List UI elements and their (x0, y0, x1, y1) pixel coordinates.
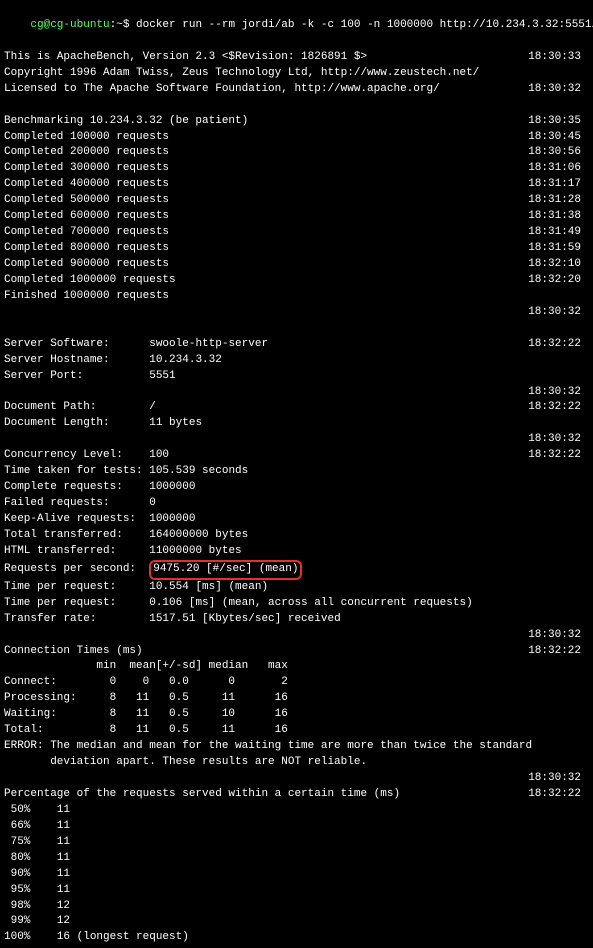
pct-row: 100% 16 (longest request) (4, 930, 589, 946)
timestamp: 18:30:32 (528, 82, 589, 98)
failed-requests: Failed requests: 0 (4, 496, 589, 512)
conn-total: Total: 8 11 0.5 11 16 (4, 723, 589, 739)
completed-line: Completed 800000 requests18:31:59 (4, 241, 589, 257)
pct-row: 95% 11 (4, 883, 589, 899)
terminal[interactable]: cg@cg-ubuntu:~$ docker run --rm jordi/ab… (0, 0, 593, 948)
timestamp: 18:32:22 (528, 400, 589, 416)
conn-times-title: Connection Times (ms)18:32:22 (4, 644, 589, 660)
completed-line: Completed 400000 requests18:31:17 (4, 177, 589, 193)
time-per-request-1: Time per request: 10.554 [ms] (mean) (4, 580, 589, 596)
server-software: Server Software: swoole-http-server18:32… (4, 337, 589, 353)
header-line-3: Licensed to The Apache Software Foundati… (4, 82, 589, 98)
timestamp: 18:30:45 (528, 130, 589, 146)
error-line-1: ERROR: The median and mean for the waiti… (4, 739, 589, 755)
pct-row: 66% 11 (4, 819, 589, 835)
timestamp: 18:30:32 (528, 385, 589, 401)
finished-line: Finished 1000000 requests (4, 289, 589, 305)
completed-line: Completed 500000 requests18:31:28 (4, 193, 589, 209)
pct-row: 90% 11 (4, 867, 589, 883)
document-length: Document Length: 11 bytes (4, 416, 589, 432)
timestamp: 18:30:32 (528, 771, 589, 787)
error-line-2: deviation apart. These results are NOT r… (4, 755, 589, 771)
timestamp: 18:31:59 (528, 241, 589, 257)
keepalive-requests: Keep-Alive requests: 1000000 (4, 512, 589, 528)
timestamp: 18:30:35 (528, 114, 589, 130)
complete-requests: Complete requests: 1000000 (4, 480, 589, 496)
header-line-1: This is ApacheBench, Version 2.3 <$Revis… (4, 50, 589, 66)
timestamp: 18:30:32 (528, 432, 589, 448)
server-hostname: Server Hostname: 10.234.3.32 (4, 353, 589, 369)
completed-line: Completed 900000 requests18:32:10 (4, 257, 589, 273)
pct-row: 99% 12 (4, 914, 589, 930)
time-taken: Time taken for tests: 105.539 seconds (4, 464, 589, 480)
transfer-rate: Transfer rate: 1517.51 [Kbytes/sec] rece… (4, 612, 589, 628)
timestamp: 18:32:22 (528, 644, 589, 660)
rps-highlight: 9475.20 [#/sec] (mean) (149, 560, 302, 580)
timestamp: 18:32:20 (528, 273, 589, 289)
completed-line: Completed 700000 requests18:31:49 (4, 225, 589, 241)
time-per-request-2: Time per request: 0.106 [ms] (mean, acro… (4, 596, 589, 612)
prompt-line: cg@cg-ubuntu:~$ docker run --rm jordi/ab… (4, 2, 589, 50)
timestamp: 18:31:17 (528, 177, 589, 193)
pct-row: 75% 11 (4, 835, 589, 851)
timestamp: 18:30:32 (528, 628, 589, 644)
completed-line: Completed 300000 requests18:31:06 (4, 161, 589, 177)
completed-line: Completed 600000 requests18:31:38 (4, 209, 589, 225)
timestamp: 18:31:28 (528, 193, 589, 209)
requests-per-second: Requests per second: 9475.20 [#/sec] (me… (4, 560, 589, 580)
conn-times-header: min mean[+/-sd] median max (4, 659, 589, 675)
timestamp: 18:31:06 (528, 161, 589, 177)
timestamp: 18:30:56 (528, 145, 589, 161)
pct-title: Percentage of the requests served within… (4, 787, 589, 803)
benchmarking-line: Benchmarking 10.234.3.32 (be patient) 18… (4, 114, 589, 130)
conn-processing: Processing: 8 11 0.5 11 16 (4, 691, 589, 707)
completed-line: Completed 200000 requests18:30:56 (4, 145, 589, 161)
timestamp: 18:30:32 (528, 305, 589, 321)
server-port: Server Port: 5551 (4, 369, 589, 385)
completed-line: Completed 1000000 requests18:32:20 (4, 273, 589, 289)
pct-row: 50% 11 (4, 803, 589, 819)
total-transferred: Total transferred: 164000000 bytes (4, 528, 589, 544)
prompt-command: docker run --rm jordi/ab -k -c 100 -n 10… (136, 19, 593, 31)
timestamp: 18:32:22 (528, 448, 589, 464)
timestamp: 18:32:22 (528, 337, 589, 353)
timestamp: 18:31:49 (528, 225, 589, 241)
concurrency-level: Concurrency Level: 10018:32:22 (4, 448, 589, 464)
document-path: Document Path: /18:32:22 (4, 400, 589, 416)
pct-row: 98% 12 (4, 899, 589, 915)
prompt-sep: :~$ (110, 19, 136, 31)
conn-waiting: Waiting: 8 11 0.5 10 16 (4, 707, 589, 723)
timestamp: 18:30:33 (528, 50, 589, 66)
conn-connect: Connect: 0 0 0.0 0 2 (4, 675, 589, 691)
header-line-2: Copyright 1996 Adam Twiss, Zeus Technolo… (4, 66, 589, 82)
prompt-user: cg@cg-ubuntu (30, 19, 109, 31)
pct-row: 80% 11 (4, 851, 589, 867)
timestamp: 18:31:38 (528, 209, 589, 225)
timestamp: 18:32:22 (528, 787, 589, 803)
timestamp: 18:32:10 (528, 257, 589, 273)
html-transferred: HTML transferred: 11000000 bytes (4, 544, 589, 560)
completed-line: Completed 100000 requests18:30:45 (4, 130, 589, 146)
